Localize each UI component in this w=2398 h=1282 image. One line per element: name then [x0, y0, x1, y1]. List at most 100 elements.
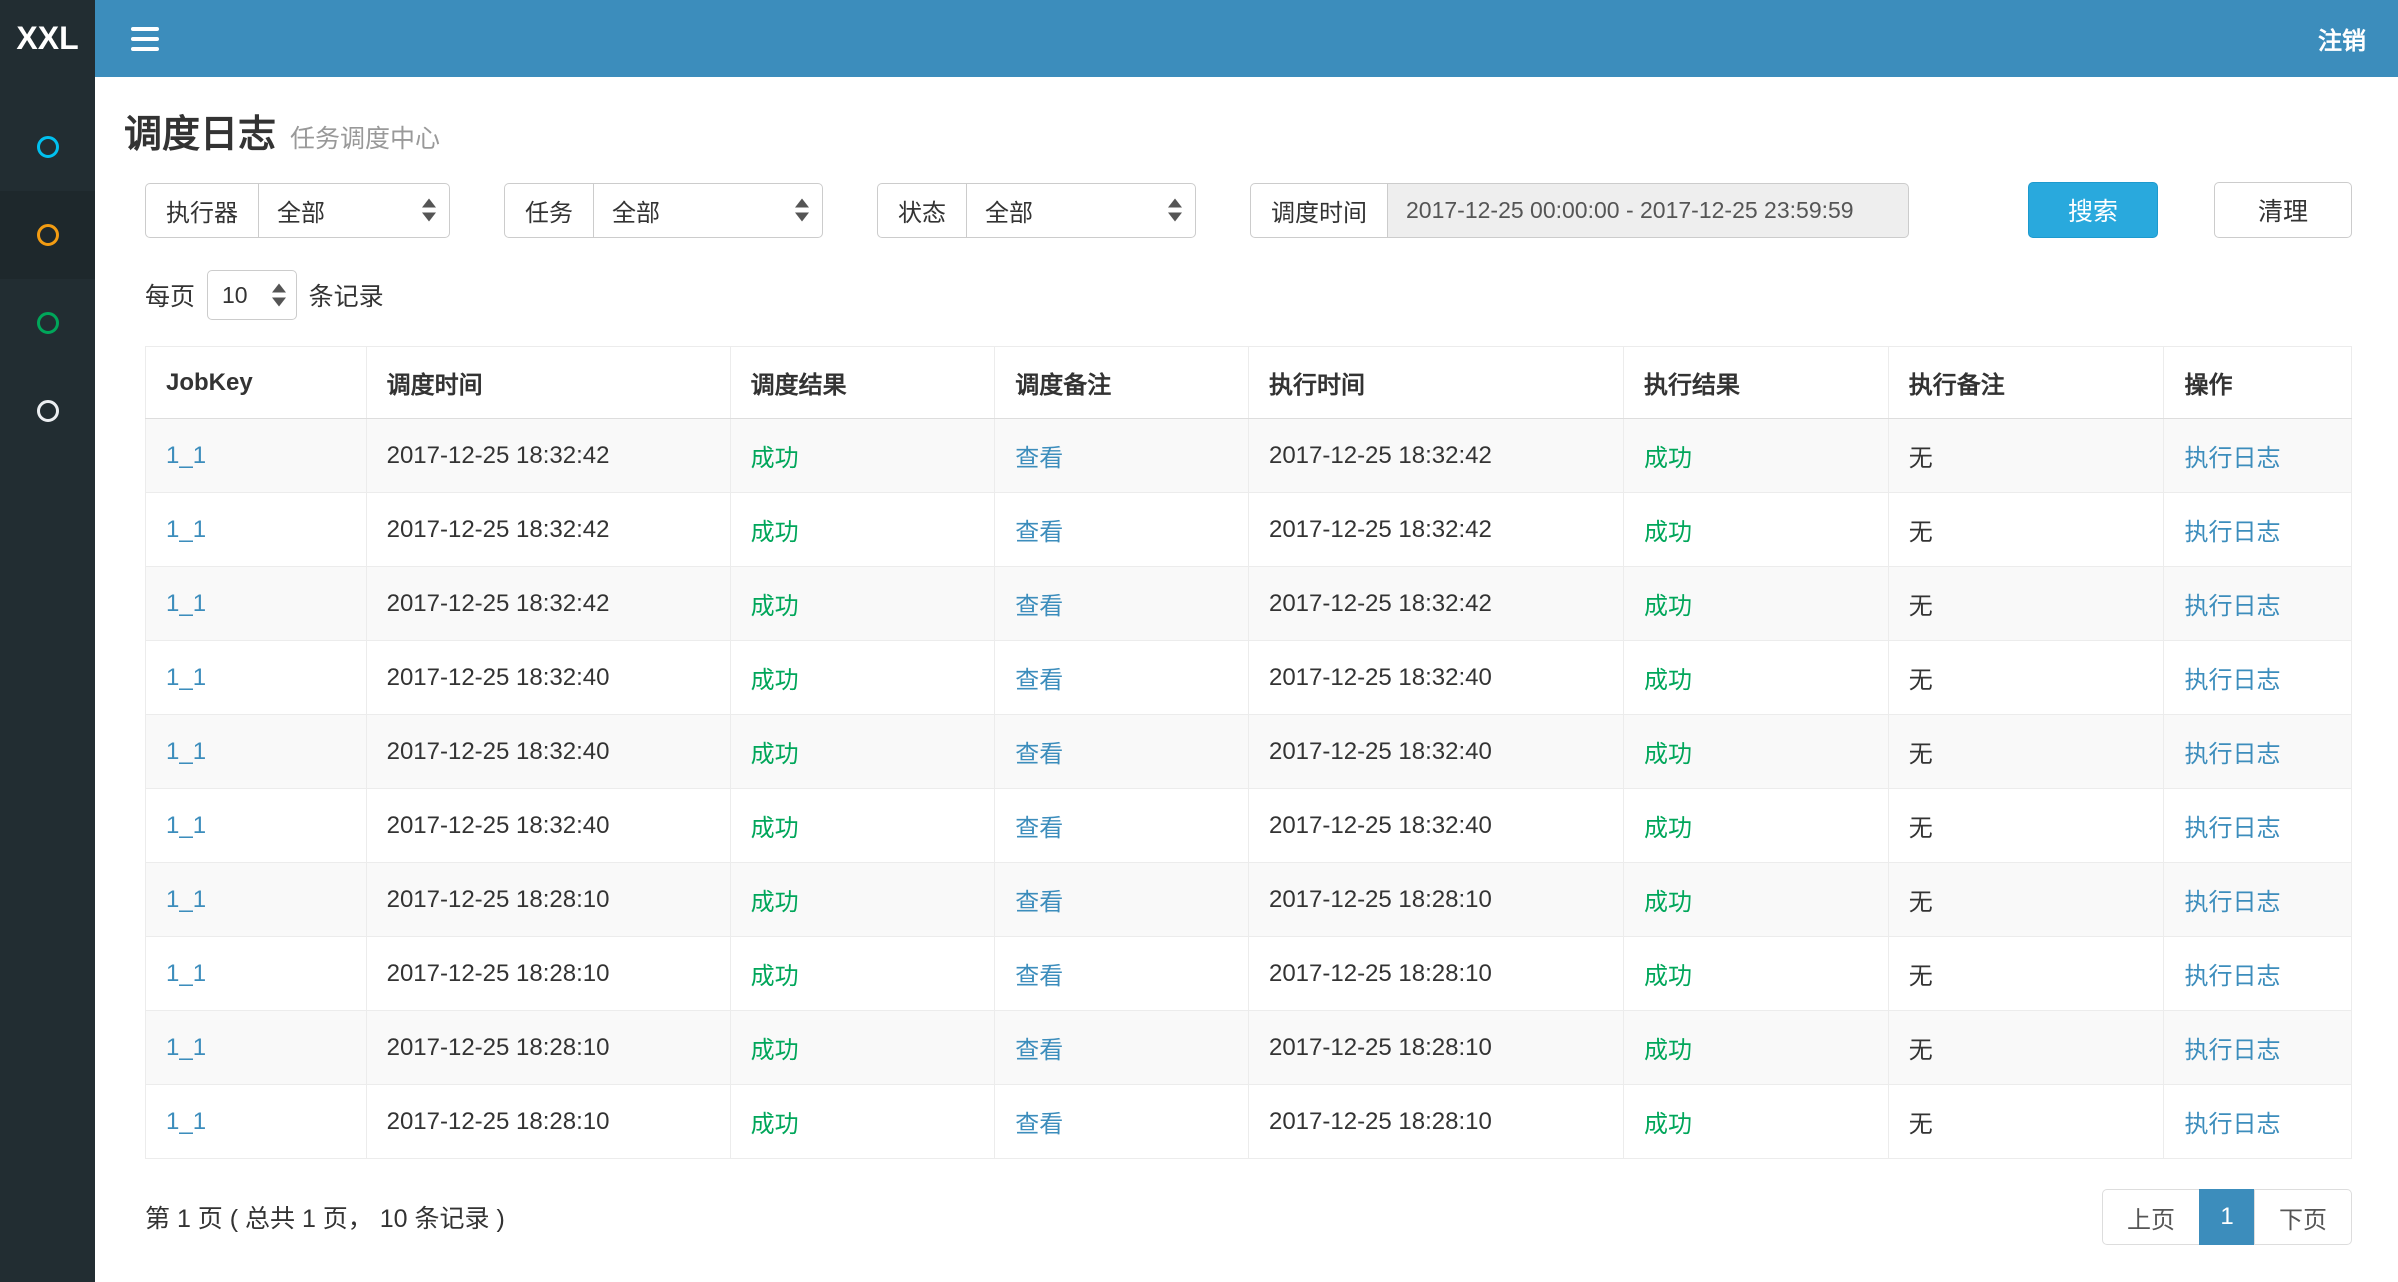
- exec-log-link[interactable]: 执行日志: [2184, 815, 2280, 842]
- table-row: 1_1 2017-12-25 18:28:10 成功 查看 2017-12-25…: [146, 863, 2352, 937]
- pagination-prev-button[interactable]: 上页: [2102, 1189, 2200, 1245]
- sidebar-item-3[interactable]: [0, 279, 95, 367]
- handle-msg-cell: 无: [1909, 445, 1933, 472]
- content-area: 调度日志任务调度中心 执行器 全部 任务 全部: [95, 77, 2398, 1282]
- handle-time-cell: 2017-12-25 18:28:10: [1269, 1034, 1492, 1061]
- sidebar: [0, 77, 95, 1282]
- exec-log-link[interactable]: 执行日志: [2184, 445, 2280, 472]
- sidebar-item-1[interactable]: [0, 103, 95, 191]
- log-table: JobKey调度时间调度结果调度备注执行时间执行结果执行备注操作 1_1 201…: [145, 346, 2352, 1159]
- trigger-msg-link[interactable]: 查看: [1015, 445, 1063, 472]
- page-size-bar: 每页 10 条记录: [145, 270, 2352, 320]
- trigger-time-filter: 调度时间: [1250, 183, 1909, 238]
- sidebar-item-2[interactable]: [0, 191, 95, 279]
- column-header-1: 调度时间: [366, 347, 730, 419]
- trigger-result-cell: 成功: [751, 889, 799, 916]
- exec-log-link[interactable]: 执行日志: [2184, 741, 2280, 768]
- job-filter-label: 任务: [504, 183, 593, 238]
- executor-filter-select[interactable]: 全部: [258, 183, 450, 238]
- handle-time-cell: 2017-12-25 18:32:40: [1269, 664, 1492, 691]
- trigger-result-cell: 成功: [751, 1037, 799, 1064]
- table-row: 1_1 2017-12-25 18:32:40 成功 查看 2017-12-25…: [146, 641, 2352, 715]
- handle-result-cell: 成功: [1644, 889, 1692, 916]
- trigger-msg-link[interactable]: 查看: [1015, 667, 1063, 694]
- exec-log-link[interactable]: 执行日志: [2184, 963, 2280, 990]
- trigger-msg-link[interactable]: 查看: [1015, 519, 1063, 546]
- logout-link[interactable]: 注销: [2318, 21, 2366, 56]
- pagination: 上页 1 下页: [2102, 1189, 2352, 1245]
- jobkey-link[interactable]: 1_1: [166, 1034, 206, 1061]
- jobkey-link[interactable]: 1_1: [166, 886, 206, 913]
- handle-msg-cell: 无: [1909, 667, 1933, 694]
- trigger-time-cell: 2017-12-25 18:28:10: [387, 960, 610, 987]
- table-row: 1_1 2017-12-25 18:32:42 成功 查看 2017-12-25…: [146, 567, 2352, 641]
- search-button[interactable]: 搜索: [2028, 182, 2158, 238]
- trigger-msg-link[interactable]: 查看: [1015, 741, 1063, 768]
- jobkey-link[interactable]: 1_1: [166, 442, 206, 469]
- circle-icon: [37, 224, 59, 246]
- exec-log-link[interactable]: 执行日志: [2184, 667, 2280, 694]
- table-row: 1_1 2017-12-25 18:28:10 成功 查看 2017-12-25…: [146, 1011, 2352, 1085]
- table-row: 1_1 2017-12-25 18:28:10 成功 查看 2017-12-25…: [146, 1085, 2352, 1159]
- jobkey-link[interactable]: 1_1: [166, 960, 206, 987]
- table-row: 1_1 2017-12-25 18:32:42 成功 查看 2017-12-25…: [146, 419, 2352, 493]
- pagination-page-1-button[interactable]: 1: [2199, 1189, 2255, 1245]
- page-size-select[interactable]: 10: [207, 270, 297, 320]
- trigger-time-cell: 2017-12-25 18:32:42: [387, 590, 610, 617]
- navbar-content: 注销: [95, 0, 2398, 77]
- jobkey-link[interactable]: 1_1: [166, 664, 206, 691]
- table-row: 1_1 2017-12-25 18:32:42 成功 查看 2017-12-25…: [146, 493, 2352, 567]
- trigger-msg-link[interactable]: 查看: [1015, 1111, 1063, 1138]
- status-filter-value: 全部: [985, 193, 1033, 228]
- filter-buttons: 搜索 清理: [2028, 182, 2352, 238]
- select-arrows-icon: [422, 199, 436, 222]
- sidebar-item-4[interactable]: [0, 367, 95, 455]
- pagination-next-button[interactable]: 下页: [2254, 1189, 2352, 1245]
- trigger-msg-link[interactable]: 查看: [1015, 889, 1063, 916]
- executor-filter: 执行器 全部: [145, 183, 450, 238]
- jobkey-link[interactable]: 1_1: [166, 738, 206, 765]
- trigger-msg-link[interactable]: 查看: [1015, 963, 1063, 990]
- clear-button[interactable]: 清理: [2214, 182, 2352, 238]
- status-filter-label: 状态: [877, 183, 966, 238]
- jobkey-link[interactable]: 1_1: [166, 516, 206, 543]
- trigger-result-cell: 成功: [751, 741, 799, 768]
- page-header: 调度日志任务调度中心: [95, 77, 2398, 182]
- handle-result-cell: 成功: [1644, 519, 1692, 546]
- page-size-suffix: 条记录: [309, 277, 384, 313]
- circle-icon: [37, 400, 59, 422]
- job-filter-select[interactable]: 全部: [593, 183, 823, 238]
- jobkey-link[interactable]: 1_1: [166, 812, 206, 839]
- trigger-result-cell: 成功: [751, 815, 799, 842]
- trigger-time-cell: 2017-12-25 18:28:10: [387, 1034, 610, 1061]
- status-filter-select[interactable]: 全部: [966, 183, 1196, 238]
- handle-result-cell: 成功: [1644, 815, 1692, 842]
- sidebar-toggle-icon[interactable]: [115, 0, 175, 77]
- filter-bar: 执行器 全部 任务 全部 状态 全部: [145, 182, 2352, 238]
- handle-time-cell: 2017-12-25 18:32:42: [1269, 516, 1492, 543]
- handle-time-cell: 2017-12-25 18:28:10: [1269, 960, 1492, 987]
- exec-log-link[interactable]: 执行日志: [2184, 1111, 2280, 1138]
- select-arrows-icon: [272, 284, 286, 307]
- handle-time-cell: 2017-12-25 18:28:10: [1269, 1108, 1492, 1135]
- exec-log-link[interactable]: 执行日志: [2184, 1037, 2280, 1064]
- column-header-7: 操作: [2164, 347, 2352, 419]
- jobkey-link[interactable]: 1_1: [166, 590, 206, 617]
- exec-log-link[interactable]: 执行日志: [2184, 889, 2280, 916]
- handle-result-cell: 成功: [1644, 1111, 1692, 1138]
- trigger-time-cell: 2017-12-25 18:32:40: [387, 664, 610, 691]
- handle-time-cell: 2017-12-25 18:32:40: [1269, 812, 1492, 839]
- trigger-msg-link[interactable]: 查看: [1015, 1037, 1063, 1064]
- handle-msg-cell: 无: [1909, 889, 1933, 916]
- executor-filter-label: 执行器: [145, 183, 258, 238]
- trigger-msg-link[interactable]: 查看: [1015, 815, 1063, 842]
- trigger-msg-link[interactable]: 查看: [1015, 593, 1063, 620]
- exec-log-link[interactable]: 执行日志: [2184, 519, 2280, 546]
- jobkey-link[interactable]: 1_1: [166, 1108, 206, 1135]
- app-logo[interactable]: XXL: [0, 0, 95, 77]
- top-navbar: XXL 注销: [0, 0, 2398, 77]
- circle-icon: [37, 136, 59, 158]
- trigger-time-range-input[interactable]: [1387, 183, 1909, 238]
- exec-log-link[interactable]: 执行日志: [2184, 593, 2280, 620]
- handle-msg-cell: 无: [1909, 1037, 1933, 1064]
